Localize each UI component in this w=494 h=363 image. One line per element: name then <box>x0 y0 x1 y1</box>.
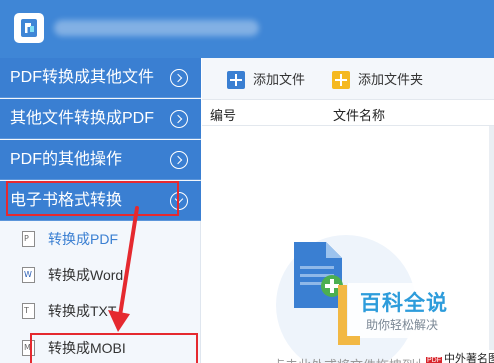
watermark-bracket-icon <box>338 285 360 345</box>
chevron-right-icon <box>170 151 188 169</box>
watermark-title: 百科全说 <box>360 292 448 315</box>
sidebar-item-label: 转换成MOBI <box>48 340 126 356</box>
watermark-subtitle: 助你轻松解决 <box>366 318 439 332</box>
word-file-icon: W <box>22 267 35 283</box>
pdf-file-icon: P <box>22 231 35 247</box>
watermark-note: PDF 中外著名图 <box>422 350 494 363</box>
sidebar-category-other-to-pdf[interactable]: 其他文件转换成PDF <box>0 99 201 139</box>
sidebar-category-label: 其他文件转换成PDF <box>10 110 155 127</box>
txt-file-icon: T <box>22 303 35 319</box>
column-header-filename[interactable]: 文件名称 <box>333 105 385 124</box>
column-header-number[interactable]: 编号 <box>210 105 236 124</box>
watermark-note-text: 中外著名图 <box>444 353 494 363</box>
plus-icon <box>227 71 245 89</box>
chevron-right-icon <box>170 69 188 87</box>
mobi-file-icon: M <box>22 340 35 356</box>
sidebar-category-pdf-to-other[interactable]: PDF转换成其他文件 <box>0 58 201 98</box>
app-logo-icon <box>14 13 44 43</box>
toolbar: 添加文件 添加文件夹 <box>202 58 494 100</box>
add-file-label: 添加文件 <box>253 72 306 87</box>
file-table-header: 编号 文件名称 <box>202 100 494 126</box>
add-folder-label: 添加文件夹 <box>358 72 424 87</box>
chevron-right-icon <box>170 110 188 128</box>
folder-plus-icon <box>332 71 350 89</box>
pdf-badge-icon: PDF <box>426 357 442 363</box>
window-title-blurred <box>54 20 259 36</box>
scrollbar-track[interactable] <box>489 126 494 363</box>
title-bar <box>0 0 494 58</box>
annotation-arrow-icon <box>108 206 139 332</box>
sidebar-category-label: PDF的其他操作 <box>10 151 123 168</box>
drop-hint-text: 点击此处或将文件拖拽到此处 <box>272 355 441 363</box>
sidebar-category-label: PDF转换成其他文件 <box>10 69 155 86</box>
sidebar-category-pdf-other-ops[interactable]: PDF的其他操作 <box>0 140 201 180</box>
chevron-down-icon <box>170 192 188 210</box>
